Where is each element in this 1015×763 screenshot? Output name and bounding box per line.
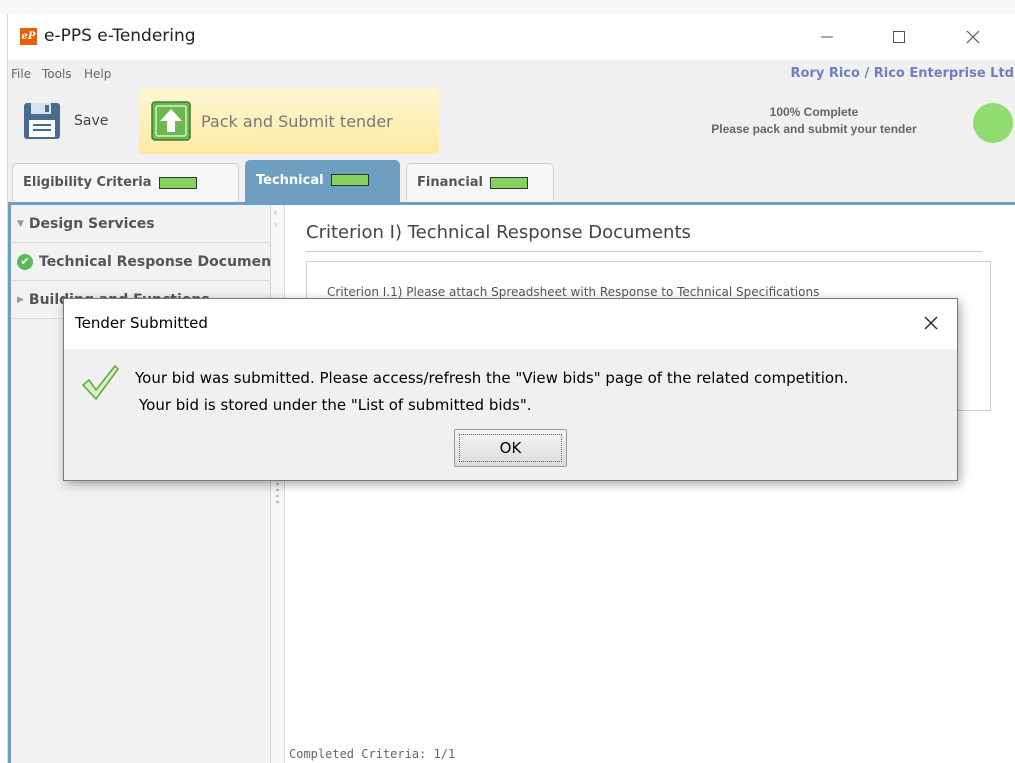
title-bar: eP e-PPS e-Tendering bbox=[8, 14, 1015, 60]
content-area: ▼ Design Services ✔ Technical Response D… bbox=[11, 205, 1015, 763]
dialog-body: Your bid was submitted. Please access/re… bbox=[64, 349, 957, 480]
minimize-button[interactable] bbox=[804, 20, 850, 54]
maximize-button[interactable] bbox=[876, 20, 922, 54]
package-upload-icon bbox=[151, 101, 191, 141]
completion-status: 100% Complete Please pack and submit you… bbox=[664, 104, 964, 138]
expand-right-icon[interactable]: › bbox=[274, 219, 277, 229]
tab-eligibility-criteria[interactable]: Eligibility Criteria bbox=[12, 163, 239, 201]
dialog-close-button[interactable] bbox=[919, 311, 943, 335]
dialog-message-line-1: Your bid was submitted. Please access/re… bbox=[135, 369, 849, 387]
tender-submitted-dialog: Tender Submitted Your bid was submitted.… bbox=[63, 298, 958, 481]
floppy-disk-icon bbox=[24, 103, 60, 139]
dialog-title: Tender Submitted bbox=[75, 314, 208, 332]
panel-splitter[interactable]: ‹ › bbox=[271, 205, 285, 763]
tab-financial[interactable]: Financial bbox=[406, 163, 554, 201]
background-strip bbox=[0, 0, 1015, 14]
caret-right-icon: ▶ bbox=[17, 294, 24, 305]
tree-group-design-services[interactable]: ▼ Design Services bbox=[11, 205, 271, 243]
close-window-button[interactable] bbox=[950, 20, 996, 54]
save-button[interactable]: Save bbox=[22, 96, 132, 146]
criterion-panel: Criterion I) Technical Response Document… bbox=[286, 205, 1015, 763]
dialog-message-line-2: Your bid is stored under the "List of su… bbox=[139, 396, 532, 414]
minimize-icon bbox=[821, 36, 833, 38]
save-label: Save bbox=[74, 113, 109, 129]
tab-label: Financial bbox=[417, 175, 484, 190]
caret-down-icon: ▼ bbox=[17, 218, 24, 229]
tab-label: Eligibility Criteria bbox=[23, 175, 152, 190]
user-label: Rory Rico / Rico Enterprise Ltd bbox=[790, 66, 1014, 81]
completion-instruction: Please pack and submit your tender bbox=[711, 122, 917, 136]
close-icon bbox=[924, 316, 938, 330]
maximize-icon bbox=[893, 31, 905, 43]
tab-progress-bar bbox=[490, 176, 529, 189]
check-circle-icon: ✔ bbox=[17, 253, 33, 270]
completion-percent: 100% Complete bbox=[769, 105, 859, 119]
app-logo-icon: eP bbox=[20, 28, 37, 45]
ok-button[interactable]: OK bbox=[454, 429, 567, 467]
pack-and-submit-button[interactable]: Pack and Submit tender bbox=[139, 88, 439, 154]
criterion-title: Criterion I) Technical Response Document… bbox=[306, 222, 982, 252]
tab-progress-bar bbox=[158, 176, 197, 189]
tree-item-technical-response[interactable]: ✔ Technical Response Documents bbox=[11, 243, 271, 281]
tree-item-label: Design Services bbox=[28, 215, 155, 232]
criterion-subtext: Criterion I.1) Please attach Spreadsheet… bbox=[327, 285, 820, 299]
toolbar: Save Pack and Submit tender 100% Complet… bbox=[8, 86, 1015, 158]
menu-help[interactable]: Help bbox=[84, 67, 111, 81]
dialog-title-bar: Tender Submitted bbox=[64, 299, 957, 349]
criteria-tree: ▼ Design Services ✔ Technical Response D… bbox=[11, 205, 271, 763]
pack-and-submit-label: Pack and Submit tender bbox=[201, 111, 393, 131]
content-frame: ▼ Design Services ✔ Technical Response D… bbox=[8, 202, 1015, 763]
window-title: e-PPS e-Tendering bbox=[44, 26, 196, 46]
menu-tools[interactable]: Tools bbox=[42, 67, 72, 81]
section-tabs: Eligibility Criteria Technical Financial bbox=[8, 158, 1015, 202]
tab-progress-bar bbox=[330, 174, 369, 186]
menu-file[interactable]: File bbox=[11, 67, 31, 81]
status-indicator bbox=[973, 103, 1013, 143]
completed-criteria-status: Completed Criteria: 1/1 bbox=[289, 747, 456, 761]
tab-label: Technical bbox=[256, 173, 324, 188]
dialog-message: Your bid was submitted. Please access/re… bbox=[135, 365, 848, 419]
tab-technical[interactable]: Technical bbox=[245, 160, 400, 202]
checkmark-icon bbox=[82, 365, 119, 400]
collapse-left-icon[interactable]: ‹ bbox=[274, 207, 277, 217]
close-icon bbox=[966, 30, 980, 44]
tree-item-label: Technical Response Documents bbox=[39, 253, 271, 270]
